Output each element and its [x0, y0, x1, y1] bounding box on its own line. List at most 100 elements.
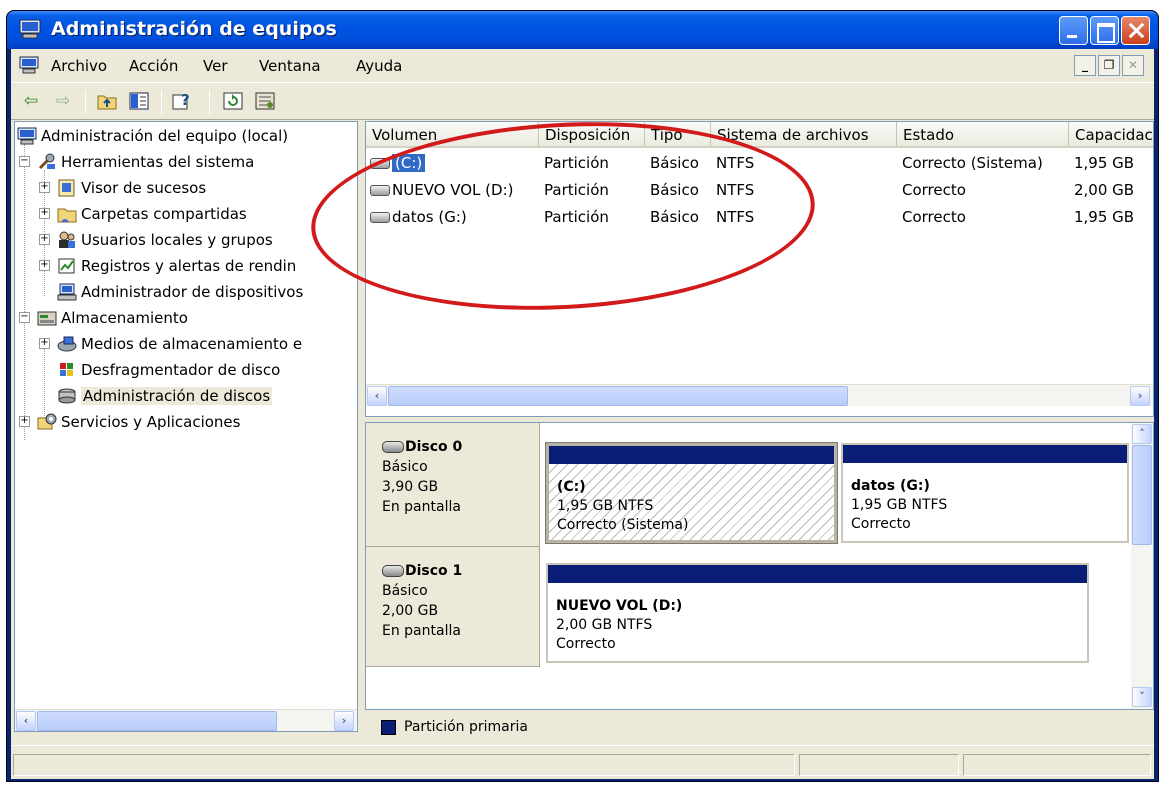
- menu-accion[interactable]: Acción: [129, 57, 178, 75]
- partition-size-fs: 2,00 GB NTFS: [556, 617, 653, 633]
- help-icon[interactable]: ?: [171, 90, 195, 112]
- scroll-left-arrow-icon[interactable]: ‹: [367, 386, 387, 406]
- disk-state: En pantalla: [382, 499, 461, 515]
- disk-size: 3,90 GB: [382, 479, 439, 495]
- disk-name: Disco 0: [405, 439, 463, 455]
- minimize-button[interactable]: [1059, 16, 1088, 45]
- scroll-up-arrow-icon[interactable]: ˄: [1132, 424, 1152, 444]
- disk-1-label[interactable]: Disco 1 Básico 2,00 GB En pantalla: [366, 547, 540, 667]
- tree-item-label: Registros y alertas de rendin: [81, 257, 297, 275]
- menu-ver[interactable]: Ver: [203, 57, 228, 75]
- svg-text:?: ?: [181, 91, 190, 109]
- mdi-close-button[interactable]: ✕: [1122, 55, 1144, 76]
- scroll-thumb[interactable]: [37, 711, 277, 731]
- refresh-icon[interactable]: [221, 90, 245, 112]
- menu-ayuda[interactable]: Ayuda: [356, 57, 402, 75]
- partition-g[interactable]: datos (G:) 1,95 GB NTFS Correcto: [841, 443, 1129, 543]
- tree-item-label: Carpetas compartidas: [81, 205, 247, 223]
- volume-list-horizontal-scrollbar[interactable]: ‹ ›: [366, 384, 1153, 406]
- scroll-down-arrow-icon[interactable]: ˅: [1132, 687, 1152, 707]
- scroll-thumb[interactable]: [388, 386, 848, 406]
- tree-item-performance-logs[interactable]: Registros y alertas de rendin: [57, 253, 296, 279]
- tree-item-label: Usuarios locales y grupos: [81, 231, 273, 249]
- removable-storage-icon: [57, 336, 77, 352]
- disk-graphical-view-pane: Disco 0 Básico 3,90 GB En pantalla (C:) …: [365, 422, 1154, 710]
- back-arrow-icon[interactable]: ⇦: [19, 90, 43, 112]
- column-header-disposicion[interactable]: Disposición: [538, 122, 644, 148]
- tree-item-label: Visor de sucesos: [81, 179, 207, 197]
- column-header-tipo[interactable]: Tipo: [644, 122, 710, 148]
- partition-color-bar: [549, 446, 834, 464]
- document-window-icon[interactable]: [19, 56, 39, 74]
- expand-toggle[interactable]: +: [39, 260, 50, 271]
- menu-archivo[interactable]: Archivo: [51, 57, 107, 75]
- partition-name: datos (G:): [851, 478, 930, 494]
- tree-item-disk-defragmenter[interactable]: Desfragmentador de disco: [57, 357, 280, 383]
- scroll-thumb[interactable]: [1132, 445, 1152, 545]
- scroll-left-arrow-icon[interactable]: ‹: [16, 711, 36, 731]
- expand-toggle[interactable]: +: [19, 416, 30, 427]
- mdi-minimize-button[interactable]: _: [1074, 55, 1096, 76]
- console-tree-pane: Administración del equipo (local) − Herr…: [14, 121, 358, 732]
- expand-toggle[interactable]: +: [39, 182, 50, 193]
- properties-icon[interactable]: [253, 90, 277, 112]
- disk-icon: [382, 565, 404, 577]
- tree-item-event-viewer[interactable]: Visor de sucesos: [57, 175, 206, 201]
- disk-0-label[interactable]: Disco 0 Básico 3,90 GB En pantalla: [366, 423, 540, 547]
- expand-toggle[interactable]: +: [39, 234, 50, 245]
- tree-item-system-tools[interactable]: Herramientas del sistema: [37, 149, 254, 175]
- partition-c[interactable]: (C:) 1,95 GB NTFS Correcto (Sistema): [545, 442, 838, 544]
- toolbar-separator: [161, 90, 162, 114]
- scroll-right-arrow-icon[interactable]: ›: [334, 711, 354, 731]
- partition-status: Correcto: [556, 636, 616, 652]
- legend-label: Partición primaria: [404, 719, 528, 735]
- tree-horizontal-scrollbar[interactable]: ‹ ›: [15, 709, 357, 731]
- expand-toggle[interactable]: +: [39, 208, 50, 219]
- toolbar-separator: [85, 90, 86, 114]
- column-header-sistema-archivos[interactable]: Sistema de archivos: [710, 122, 896, 148]
- volume-list-pane: Volumen Disposición Tipo Sistema de arch…: [365, 121, 1154, 417]
- tree-item-device-manager[interactable]: Administrador de dispositivos: [57, 279, 303, 305]
- tree-item-storage[interactable]: Almacenamiento: [37, 305, 188, 331]
- status-bar: [11, 745, 1154, 779]
- up-folder-icon[interactable]: [95, 90, 119, 112]
- scroll-right-arrow-icon[interactable]: ›: [1130, 386, 1150, 406]
- column-header-estado[interactable]: Estado: [896, 122, 1068, 148]
- status-panel: [963, 754, 1151, 776]
- tree-item-removable-storage[interactable]: Medios de almacenamiento e: [57, 331, 302, 357]
- forward-arrow-icon[interactable]: ⇨: [51, 90, 75, 112]
- tree-item-label: Medios de almacenamiento e: [81, 335, 303, 353]
- disk-view-vertical-scrollbar[interactable]: ˄ ˅: [1131, 423, 1153, 709]
- users-icon: [59, 231, 75, 248]
- tree-item-services-applications[interactable]: Servicios y Aplicaciones: [37, 409, 240, 435]
- menu-ventana[interactable]: Ventana: [259, 57, 321, 75]
- collapse-toggle[interactable]: −: [19, 156, 30, 167]
- tree-item-label: Administración del equipo (local): [41, 127, 289, 145]
- title-bar[interactable]: Administración de equipos: [7, 11, 1158, 49]
- show-hide-tree-icon[interactable]: [127, 90, 151, 112]
- column-header-volumen[interactable]: Volumen: [366, 122, 538, 148]
- services-icon: [37, 413, 57, 430]
- partition-legend: Partición primaria: [365, 712, 1154, 742]
- performance-logs-icon: [58, 258, 75, 274]
- drive-icon: [370, 212, 390, 223]
- cell-volume: NUEVO VOL (D:): [370, 178, 514, 202]
- maximize-button[interactable]: [1090, 16, 1119, 45]
- collapse-toggle[interactable]: −: [19, 312, 30, 323]
- partition-d[interactable]: NUEVO VOL (D:) 2,00 GB NTFS Correcto: [546, 563, 1089, 663]
- storage-icon: [37, 311, 57, 326]
- close-button[interactable]: [1121, 16, 1150, 45]
- partition-color-bar: [548, 565, 1087, 583]
- partition-color-bar: [843, 445, 1127, 463]
- status-panel: [799, 754, 959, 776]
- expand-toggle[interactable]: +: [39, 338, 50, 349]
- tree-item-local-users-groups[interactable]: Usuarios locales y grupos: [57, 227, 273, 253]
- tree-item-disk-management[interactable]: Administración de discos: [57, 383, 273, 409]
- column-header-capacidad[interactable]: Capacidac: [1068, 122, 1153, 148]
- mdi-restore-button[interactable]: ❐: [1098, 55, 1120, 76]
- partition-size-fs: 1,95 GB NTFS: [557, 498, 654, 514]
- tree-item-label: Desfragmentador de disco: [81, 361, 281, 379]
- disk-icon: [382, 441, 404, 453]
- tree-item-shared-folders[interactable]: Carpetas compartidas: [57, 201, 247, 227]
- tree-item-computer-management-local[interactable]: Administración del equipo (local): [17, 123, 288, 149]
